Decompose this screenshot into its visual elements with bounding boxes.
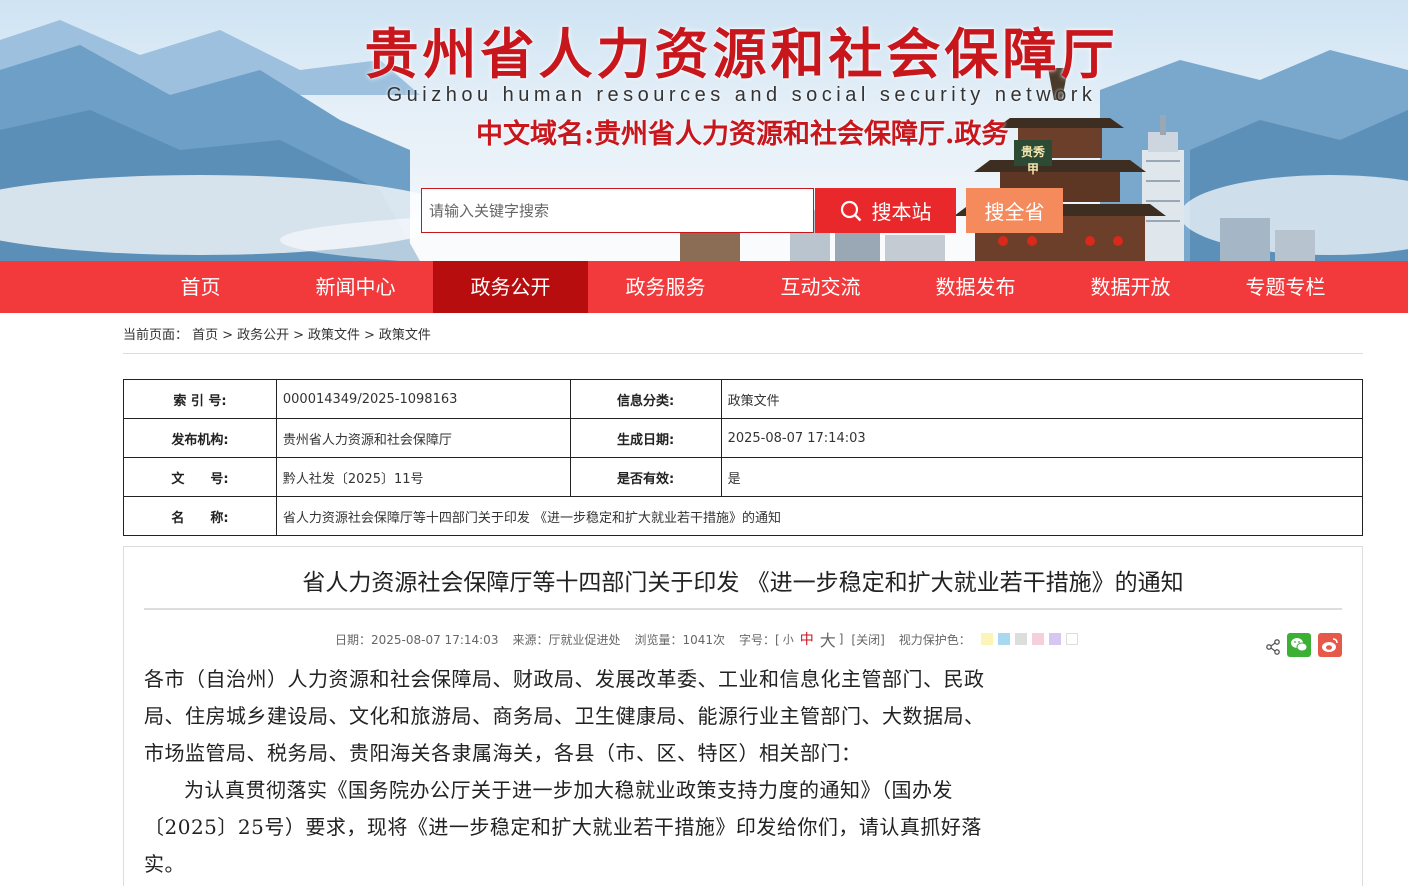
- breadcrumb-policy-current[interactable]: 政策文件: [379, 328, 431, 343]
- generated-date-value: 2025-08-07 17:14:03: [720, 418, 1364, 458]
- wechat-share-icon[interactable]: [1287, 633, 1311, 657]
- doc-number-label: 文 号:: [123, 457, 277, 497]
- article-title: 省人力资源社会保障厅等十四部门关于印发 《进一步稳定和扩大就业若干措施》的通知: [302, 570, 1184, 596]
- index-number-label: 索 引 号:: [123, 379, 277, 419]
- share-icon[interactable]: [1266, 639, 1280, 655]
- search-province-label: 搜全省: [984, 200, 1045, 224]
- search-site-label: 搜本站: [871, 200, 932, 224]
- nav-item-home[interactable]: 首页: [123, 261, 278, 313]
- font-size-end: ]: [838, 632, 844, 646]
- eye-color-yellow[interactable]: [980, 633, 993, 645]
- eye-color-blue[interactable]: [997, 633, 1010, 645]
- site-banner: 贵州省人力资源和社会保障厅 Guizhou human resources an…: [0, 0, 1408, 261]
- close-link[interactable]: [关闭]: [851, 631, 884, 648]
- category-value: 政策文件: [720, 379, 1364, 419]
- weibo-icon: [1322, 638, 1338, 652]
- main-nav: 首页 新闻中心 政务公开 政务服务 互动交流 数据发布 数据开放 专题专栏: [0, 261, 1408, 313]
- breadcrumb-sep: >: [364, 328, 375, 343]
- article-panel: 省人力资源社会保障厅等十四部门关于印发 《进一步稳定和扩大就业若干措施》的通知 …: [123, 546, 1363, 886]
- article-paragraph: 为认真贯彻落实《国务院办公厅关于进一步加大稳就业政策支持力度的通知》（国办发〔2…: [144, 778, 982, 876]
- weibo-share-icon[interactable]: [1318, 633, 1342, 657]
- eye-protect-label: 视力保护色：: [898, 632, 971, 647]
- eye-color-purple[interactable]: [1048, 633, 1061, 645]
- nav-item-gov-service[interactable]: 政务服务: [588, 261, 743, 313]
- issuer-label: 发布机构:: [123, 418, 277, 458]
- publish-date: 日期：2025-08-07 17:14:03: [335, 632, 499, 647]
- font-size-small[interactable]: 小: [783, 631, 794, 647]
- breadcrumb: 当前页面： 首页 > 政务公开 > 政策文件 > 政策文件: [123, 324, 1363, 354]
- nav-item-topics[interactable]: 专题专栏: [1208, 261, 1363, 313]
- validity-label: 是否有效:: [569, 457, 722, 497]
- search-site-button[interactable]: 搜本站: [815, 188, 956, 233]
- article-source: 来源：厅就业促进处: [512, 632, 621, 647]
- breadcrumb-gov-affairs[interactable]: 政务公开: [237, 328, 289, 343]
- document-info-table: 索 引 号: 000014349/2025-1098163 信息分类: 政策文件…: [123, 379, 1364, 536]
- article-meta: 日期：2025-08-07 17:14:03 来源：厅就业促进处 浏览量：104…: [335, 627, 1083, 651]
- nav-item-gov-affairs[interactable]: 政务公开: [433, 261, 588, 313]
- table-row: 索 引 号: 000014349/2025-1098163 信息分类: 政策文件: [123, 379, 1364, 419]
- nav-item-interaction[interactable]: 互动交流: [743, 261, 898, 313]
- eye-color-gray[interactable]: [1014, 633, 1027, 645]
- eye-color-pink[interactable]: [1031, 633, 1044, 645]
- table-row: 发布机构: 贵州省人力资源和社会保障厅 生成日期: 2025-08-07 17:…: [123, 418, 1364, 458]
- breadcrumb-home[interactable]: 首页: [192, 328, 218, 343]
- nav-item-data-release[interactable]: 数据发布: [898, 261, 1053, 313]
- category-label: 信息分类:: [569, 379, 722, 419]
- nav-item-data-open[interactable]: 数据开放: [1053, 261, 1208, 313]
- eye-color-white[interactable]: [1065, 633, 1078, 645]
- generated-date-label: 生成日期:: [569, 418, 722, 458]
- site-title: 贵州省人力资源和社会保障厅: [364, 23, 1119, 86]
- font-size-large[interactable]: 大: [820, 627, 836, 651]
- doc-name-label: 名 称:: [123, 496, 277, 536]
- search-icon: [840, 200, 861, 221]
- breadcrumb-sep: >: [222, 328, 234, 343]
- site-subtitle: Guizhou human resources and social secur…: [386, 84, 1097, 106]
- issuer-value: 贵州省人力资源和社会保障厅: [275, 418, 571, 458]
- doc-name-value: 省人力资源社会保障厅等十四部门关于印发 《进一步稳定和扩大就业若干措施》的通知: [275, 496, 1364, 536]
- view-count: 浏览量：1041次: [634, 632, 726, 647]
- font-size-label: 字号：[: [739, 632, 780, 647]
- title-divider: [144, 608, 1342, 610]
- breadcrumb-label: 当前页面：: [123, 328, 189, 343]
- site-domain: 中文域名:贵州省人力资源和社会保障厅.政务: [476, 119, 1009, 150]
- search-province-button[interactable]: 搜全省: [966, 188, 1063, 233]
- validity-value: 是: [720, 457, 1364, 497]
- pavilion-plaque: 贵秀甲: [1020, 145, 1045, 176]
- doc-number-value: 黔人社发〔2025〕11号: [275, 457, 571, 497]
- search-input[interactable]: [421, 188, 814, 233]
- wechat-icon: [1291, 638, 1308, 652]
- nav-item-news[interactable]: 新闻中心: [278, 261, 433, 313]
- table-row: 名 称: 省人力资源社会保障厅等十四部门关于印发 《进一步稳定和扩大就业若干措施…: [123, 496, 1364, 536]
- breadcrumb-sep: >: [293, 328, 304, 343]
- article-paragraph: 各市（自治州）人力资源和社会保障局、财政局、发展改革委、工业和信息化主管部门、民…: [144, 667, 985, 765]
- index-number-value: 000014349/2025-1098163: [275, 379, 571, 419]
- breadcrumb-policy[interactable]: 政策文件: [308, 328, 360, 343]
- font-size-medium[interactable]: 中: [800, 629, 814, 649]
- article-body: 各市（自治州）人力资源和社会保障局、财政局、发展改革委、工业和信息化主管部门、民…: [144, 661, 996, 883]
- table-row: 文 号: 黔人社发〔2025〕11号 是否有效: 是: [123, 457, 1364, 497]
